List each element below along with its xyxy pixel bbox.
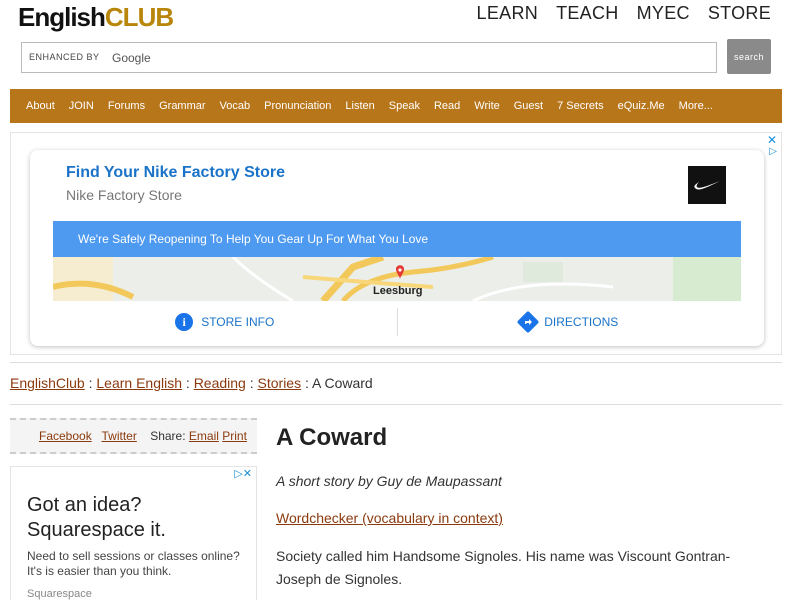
breadcrumb-separator: :: [182, 375, 194, 391]
wordchecker-link[interactable]: Wordchecker (vocabulary in context): [276, 510, 503, 526]
search-input[interactable]: ENHANCED BY Google: [21, 42, 717, 73]
article-title: A Coward: [276, 424, 388, 451]
nav-myec[interactable]: MYEC: [637, 3, 690, 24]
map-city-label: Leesburg: [373, 285, 423, 297]
twitter-link[interactable]: Twitter: [102, 429, 137, 443]
search-button[interactable]: search: [727, 39, 771, 74]
article-paragraph: Society called him Handsome Signoles. Hi…: [276, 548, 731, 587]
side-ad-headline-2: Squarespace it.: [27, 519, 166, 541]
side-ad-body: Need to sell sessions or classes online?…: [27, 549, 240, 578]
divider: [10, 404, 782, 405]
breadcrumb-reading[interactable]: Reading: [194, 375, 246, 391]
share-label: Share:: [150, 429, 186, 443]
email-link[interactable]: Email: [189, 429, 219, 443]
nike-logo-icon[interactable]: [688, 166, 726, 204]
ad-subtitle: Nike Factory Store: [66, 187, 182, 203]
side-ad-brand: Squarespace: [27, 588, 92, 600]
menu-guest[interactable]: Guest: [514, 100, 543, 112]
share-box: Facebook Twitter Share: Email Print: [10, 418, 257, 454]
directions-button[interactable]: DIRECTIONS: [398, 302, 742, 342]
side-ad-headline: Got an idea? Squarespace it.: [27, 493, 166, 543]
logo-english-text: English: [18, 2, 106, 32]
nav-store[interactable]: STORE: [708, 3, 771, 24]
menu-write[interactable]: Write: [474, 100, 499, 112]
directions-icon: [516, 310, 540, 334]
englishclub-logo[interactable]: EnglishCLUB: [18, 2, 174, 33]
main-menu: About JOIN Forums Grammar Vocab Pronunci…: [10, 89, 782, 123]
menu-forums[interactable]: Forums: [108, 100, 145, 112]
logo-club-text: CLUB: [104, 2, 174, 32]
menu-about[interactable]: About: [26, 100, 55, 112]
store-map[interactable]: Leesburg: [53, 257, 741, 301]
info-icon: i: [175, 313, 194, 331]
menu-more[interactable]: More...: [679, 100, 713, 112]
menu-equiz[interactable]: eQuiz.Me: [618, 100, 665, 112]
breadcrumb-stories[interactable]: Stories: [258, 375, 302, 391]
menu-grammar[interactable]: Grammar: [159, 100, 205, 112]
breadcrumb-separator: :: [301, 375, 312, 391]
menu-listen[interactable]: Listen: [345, 100, 374, 112]
divider: [10, 362, 782, 363]
breadcrumb-separator: :: [245, 375, 258, 391]
search-button-label: search: [733, 51, 764, 62]
breadcrumb-current: A Coward: [312, 375, 373, 391]
menu-7-secrets[interactable]: 7 Secrets: [557, 100, 603, 112]
ad-banner[interactable]: We're Safely Reopening To Help You Gear …: [53, 221, 741, 257]
menu-speak[interactable]: Speak: [389, 100, 420, 112]
breadcrumb: EnglishClub : Learn English : Reading : …: [10, 375, 373, 391]
breadcrumb-separator: :: [84, 375, 97, 391]
nav-teach[interactable]: TEACH: [556, 3, 619, 24]
nike-ad: ✕ ▷ Find Your Nike Factory Store Nike Fa…: [10, 132, 782, 355]
menu-join[interactable]: JOIN: [69, 100, 94, 112]
menu-read[interactable]: Read: [434, 100, 460, 112]
menu-pronunciation[interactable]: Pronunciation: [264, 100, 331, 112]
adchoices-icon[interactable]: ▷: [769, 146, 777, 157]
store-info-button[interactable]: i STORE INFO: [53, 302, 397, 342]
enhanced-by-label: ENHANCED BY: [29, 52, 100, 62]
top-navigation: LEARN TEACH MYEC STORE: [477, 3, 771, 24]
ad-close-icon[interactable]: ✕: [767, 133, 777, 147]
ad-actions: i STORE INFO DIRECTIONS: [53, 302, 741, 342]
facebook-link[interactable]: Facebook: [39, 429, 92, 443]
breadcrumb-englishclub[interactable]: EnglishClub: [10, 375, 85, 391]
store-info-label: STORE INFO: [201, 315, 275, 329]
ad-title[interactable]: Find Your Nike Factory Store: [66, 164, 285, 182]
side-ad-headline-1: Got an idea?: [27, 494, 142, 516]
print-link[interactable]: Print: [222, 429, 247, 443]
ad-card[interactable]: Find Your Nike Factory Store Nike Factor…: [30, 150, 764, 346]
squarespace-ad[interactable]: ▷✕ Got an idea? Squarespace it. Need to …: [10, 466, 257, 600]
article-byline: A short story by Guy de Maupassant: [276, 473, 502, 489]
swoosh-icon: [694, 181, 720, 190]
menu-vocab[interactable]: Vocab: [220, 100, 251, 112]
google-label: Google: [112, 51, 151, 65]
directions-label: DIRECTIONS: [544, 315, 619, 329]
adchoices-close-icon[interactable]: ▷✕: [234, 467, 252, 480]
breadcrumb-learn-english[interactable]: Learn English: [96, 375, 182, 391]
nav-learn[interactable]: LEARN: [477, 3, 539, 24]
